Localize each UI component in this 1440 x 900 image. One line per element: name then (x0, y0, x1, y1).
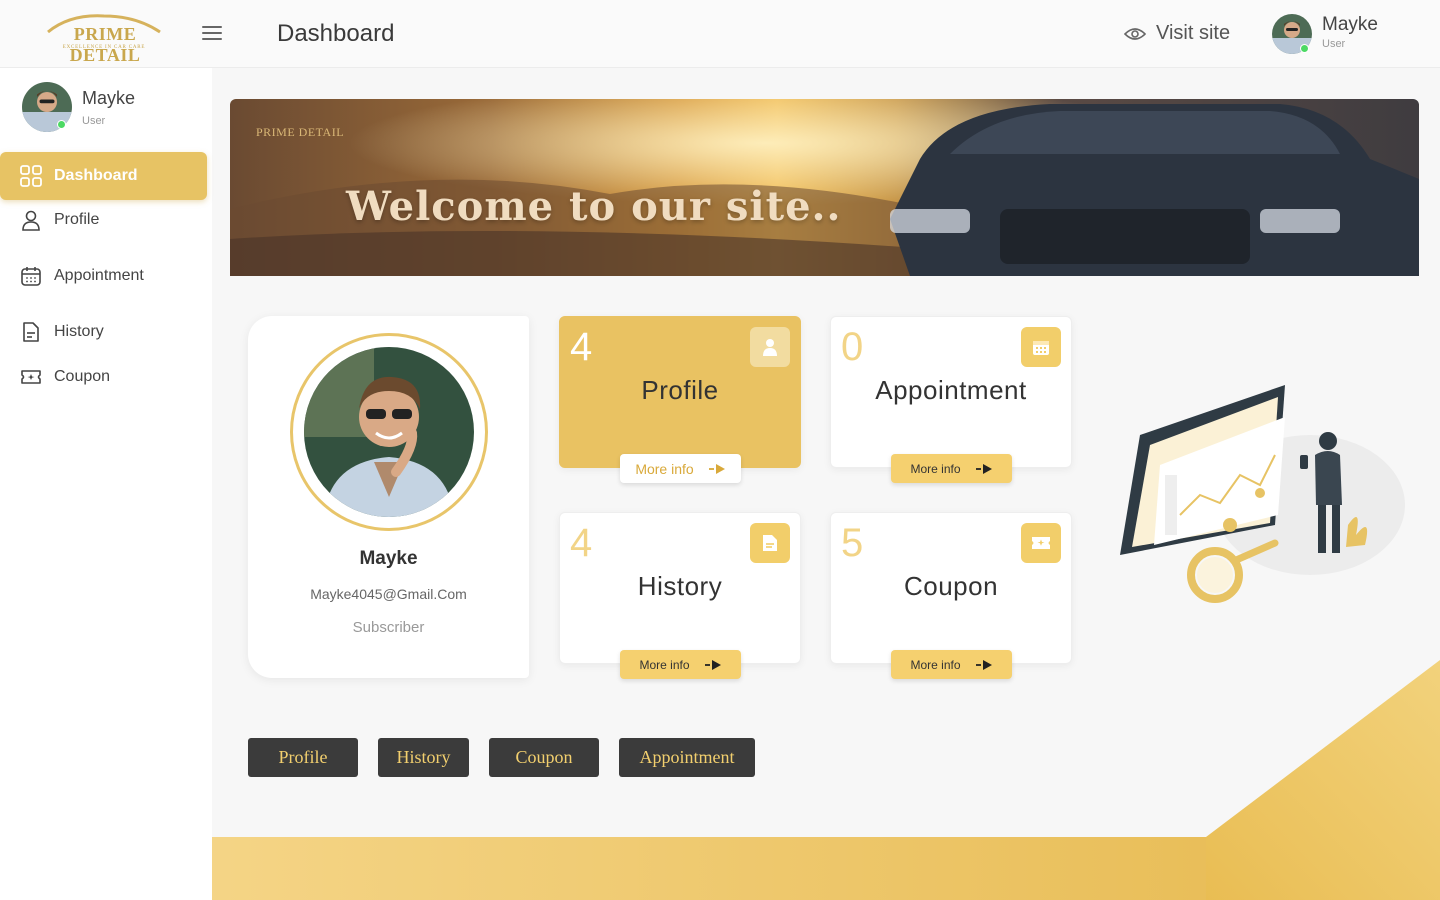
sidebar: Mayke User Dashboard Profile Appointment (0, 68, 212, 900)
sidebar-item-dashboard[interactable]: Dashboard (0, 152, 207, 200)
more-info-label: More info (635, 460, 694, 477)
more-info-label: More info (910, 657, 961, 672)
arrow-right-icon (704, 659, 721, 670)
ticket-icon (1021, 523, 1061, 563)
stat-label: Appointment (875, 375, 1027, 405)
profile-email: Mayke4045@Gmail.Com (310, 586, 467, 602)
more-info-label: More info (639, 657, 690, 672)
more-info-label: More info (910, 461, 961, 476)
sidebar-item-profile[interactable]: Profile (0, 196, 207, 244)
user-icon (750, 327, 790, 367)
sidebar-item-appointment[interactable]: Appointment (0, 252, 207, 300)
ticket-icon (21, 370, 41, 384)
stat-label: History (637, 571, 723, 601)
sidebar-item-history[interactable]: History (0, 308, 207, 356)
visit-site-label: Visit site (1156, 22, 1231, 44)
document-icon (750, 523, 790, 563)
page-title: Dashboard (277, 20, 395, 47)
prime-detail-logo[interactable]: PRIME DETAIL EXCELLENCE IN CAR CARE (40, 10, 168, 65)
header-user-role: User (1322, 38, 1346, 50)
sidebar-item-label: Dashboard (54, 167, 138, 184)
quick-link-coupon[interactable]: Coupon (489, 738, 599, 777)
profile-card: Mayke Mayke4045@Gmail.Com Subscriber (248, 316, 529, 678)
stat-card-profile: 4 Profile More info (559, 316, 801, 483)
history-more-info-button[interactable]: More info (620, 650, 741, 679)
sidebar-user-role: User (82, 115, 106, 127)
online-status-dot (57, 120, 66, 129)
document-icon (23, 322, 39, 342)
online-status-dot (1300, 44, 1309, 53)
stat-card-history: 4 History More info (559, 512, 801, 679)
analytics-illustration (1120, 385, 1405, 603)
header-user-name: Mayke (1322, 14, 1378, 35)
stat-label: Profile (641, 375, 719, 405)
sidebar-item-coupon[interactable]: Coupon (0, 353, 207, 401)
quick-link-profile[interactable]: Profile (248, 738, 358, 777)
banner-logo-text: PRIME DETAIL (256, 125, 345, 139)
quick-link-appointment[interactable]: Appointment (619, 738, 755, 777)
stat-count: 4 (570, 325, 593, 369)
stat-card-appointment: 0 Appointment More info (830, 316, 1072, 483)
sidebar-item-label: History (54, 323, 104, 340)
stat-card-coupon: 5 Coupon More info (830, 512, 1072, 679)
visit-site-link[interactable]: Visit site (1124, 22, 1230, 45)
appointment-more-info-button[interactable]: More info (891, 454, 1012, 483)
stat-count: 5 (841, 521, 864, 565)
sidebar-item-label: Coupon (54, 368, 111, 385)
sidebar-item-label: Appointment (54, 267, 144, 284)
logo-tagline: EXCELLENCE IN CAR CARE (62, 45, 146, 50)
stat-label: Coupon (903, 571, 999, 601)
calendar-icon (1021, 327, 1061, 367)
stat-count: 4 (570, 521, 593, 565)
profile-avatar (304, 347, 474, 517)
profile-more-info-button[interactable]: More info (620, 454, 741, 483)
welcome-heading: Welcome to our site.. (346, 183, 842, 230)
hamburger-menu-icon[interactable] (200, 22, 224, 46)
arrow-right-icon (975, 463, 992, 474)
coupon-more-info-button[interactable]: More info (891, 650, 1012, 679)
profile-name: Mayke (359, 548, 418, 569)
eye-icon (1124, 27, 1146, 40)
arrow-right-icon (975, 659, 992, 670)
subscription-status: Subscriber (352, 619, 425, 636)
grid-icon (20, 165, 42, 187)
welcome-banner: PRIME DETAIL Welcome to our site.. (230, 99, 1419, 276)
calendar-icon (21, 267, 41, 286)
stat-count: 0 (841, 325, 864, 369)
arrow-right-icon (708, 463, 725, 474)
header-user-menu[interactable]: Mayke User (1272, 14, 1412, 56)
quick-link-history[interactable]: History (378, 738, 469, 777)
sidebar-item-label: Profile (54, 211, 100, 228)
sidebar-user[interactable]: Mayke User (22, 82, 202, 134)
top-header: PRIME DETAIL EXCELLENCE IN CAR CARE Dash… (0, 0, 1440, 68)
sidebar-user-name: Mayke (82, 88, 136, 108)
user-icon (22, 210, 40, 231)
